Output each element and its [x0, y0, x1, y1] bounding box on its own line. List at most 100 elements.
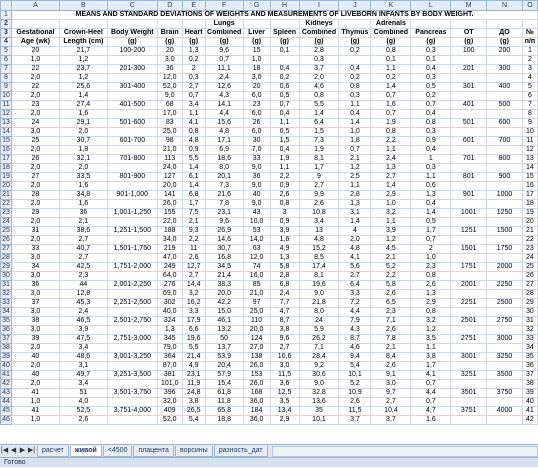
data-cell[interactable]: 13,6 — [298, 397, 340, 407]
data-cell[interactable]: 6,8 — [181, 190, 206, 200]
data-cell[interactable]: 2 — [521, 55, 538, 65]
data-cell[interactable]: 6,5 — [370, 298, 412, 308]
data-cell[interactable]: 3500 — [486, 370, 523, 380]
data-cell[interactable]: 901-1,000 — [106, 190, 158, 200]
data-cell[interactable]: 38,6 — [58, 226, 108, 236]
data-cell[interactable]: 8,7 — [269, 316, 300, 326]
data-cell[interactable]: 3,9 — [58, 325, 108, 335]
data-cell[interactable]: 34 — [10, 262, 60, 272]
column-title[interactable]: OT — [450, 28, 488, 38]
data-cell[interactable]: 801-900 — [106, 172, 158, 182]
column-title[interactable]: (g) — [269, 37, 300, 47]
data-cell[interactable]: 1,2 — [338, 163, 372, 173]
data-cell[interactable]: 3,4 — [298, 217, 340, 227]
data-cell[interactable]: 2,1 — [181, 217, 206, 227]
data-cell[interactable]: 1,3 — [410, 190, 452, 200]
data-cell[interactable]: 23,1 — [204, 208, 244, 218]
data-cell[interactable]: 700 — [486, 136, 523, 146]
sheet-tab[interactable]: расчет — [37, 445, 69, 457]
data-cell[interactable]: 23,1 — [181, 370, 206, 380]
data-cell[interactable]: 0,8 — [370, 46, 412, 56]
data-cell[interactable] — [450, 127, 488, 137]
data-cell[interactable]: 1,7 — [181, 199, 206, 209]
data-cell[interactable]: 701 — [450, 154, 488, 164]
column-header[interactable]: O — [521, 0, 538, 11]
row-header[interactable]: 42 — [0, 379, 12, 389]
data-cell[interactable]: 701-800 — [106, 154, 158, 164]
data-cell[interactable]: 3,1 — [338, 208, 372, 218]
data-cell[interactable]: 901 — [450, 190, 488, 200]
data-cell[interactable]: 40 — [10, 352, 60, 362]
data-cell[interactable]: 6,4 — [298, 118, 340, 128]
data-cell[interactable]: 6,9 — [204, 145, 244, 155]
data-cell[interactable]: 10,1 — [338, 370, 372, 380]
data-cell[interactable]: 1 — [521, 46, 538, 56]
data-cell[interactable]: 1,751-2,000 — [106, 262, 158, 272]
data-cell[interactable]: 5,2 — [370, 262, 412, 272]
data-cell[interactable]: 0,6 — [269, 82, 300, 92]
data-cell[interactable]: 34,0 — [156, 235, 183, 245]
data-cell[interactable]: 1,1 — [269, 163, 300, 173]
data-cell[interactable]: 2,8 — [269, 271, 300, 281]
data-cell[interactable]: 8,4 — [370, 352, 412, 362]
data-cell[interactable] — [486, 55, 523, 65]
data-cell[interactable]: 39 — [521, 388, 538, 398]
data-cell[interactable] — [486, 325, 523, 335]
data-cell[interactable]: 0,8 — [410, 118, 452, 128]
data-cell[interactable]: 0,9 — [269, 217, 300, 227]
data-cell[interactable]: 31 — [521, 316, 538, 326]
data-cell[interactable] — [338, 55, 372, 65]
column-title[interactable]: Body Weight — [106, 28, 158, 38]
data-cell[interactable]: 38,3 — [204, 280, 244, 290]
data-cell[interactable]: 1,1 — [410, 343, 452, 353]
row-header[interactable]: 9 — [0, 82, 12, 92]
data-cell[interactable]: 1,4 — [181, 163, 206, 173]
data-cell[interactable]: 0,4 — [269, 145, 300, 155]
data-cell[interactable]: 2251 — [450, 298, 488, 308]
data-cell[interactable]: 3,0 — [269, 361, 300, 371]
data-cell[interactable]: 48,6 — [58, 352, 108, 362]
data-cell[interactable]: 9,0 — [242, 199, 271, 209]
data-cell[interactable]: 11 — [181, 244, 206, 254]
data-cell[interactable]: 30,7 — [204, 244, 244, 254]
data-cell[interactable] — [106, 163, 158, 173]
data-cell[interactable]: 26,9 — [204, 226, 244, 236]
data-cell[interactable]: 4 — [338, 226, 372, 236]
row-header[interactable]: 41 — [0, 370, 12, 380]
data-cell[interactable]: 1500 — [486, 226, 523, 236]
data-cell[interactable]: 2001 — [450, 280, 488, 290]
data-cell[interactable]: 11,5 — [338, 406, 372, 416]
data-cell[interactable]: 4,1 — [181, 118, 206, 128]
column-title[interactable]: Spleen — [269, 28, 300, 38]
data-cell[interactable]: 10 — [521, 127, 538, 137]
data-cell[interactable]: 21 — [521, 226, 538, 236]
row-header[interactable]: 12 — [0, 109, 12, 119]
data-cell[interactable] — [450, 343, 488, 353]
data-cell[interactable]: 20,4 — [204, 361, 244, 371]
data-cell[interactable]: 1,9 — [298, 145, 340, 155]
data-cell[interactable]: 1,1 — [338, 100, 372, 110]
row-header[interactable]: 21 — [0, 190, 12, 200]
data-cell[interactable]: 36 — [58, 208, 108, 218]
data-cell[interactable]: 79,0 — [156, 343, 183, 353]
data-cell[interactable]: 2,6 — [181, 253, 206, 263]
data-cell[interactable]: 52,0 — [156, 415, 183, 425]
data-cell[interactable]: 0,3 — [410, 73, 452, 83]
data-cell[interactable]: 9,0 — [156, 91, 183, 101]
data-cell[interactable]: 1501 — [450, 244, 488, 254]
data-cell[interactable]: 381 — [156, 370, 183, 380]
data-cell[interactable]: 47,5 — [58, 334, 108, 344]
row-header[interactable]: 43 — [0, 388, 12, 398]
data-cell[interactable] — [450, 73, 488, 83]
data-cell[interactable]: 98 — [156, 136, 183, 146]
data-cell[interactable]: 0,6 — [410, 181, 452, 191]
data-cell[interactable] — [450, 199, 488, 209]
data-cell[interactable]: 11,9 — [181, 379, 206, 389]
data-cell[interactable]: 3,501-3,750 — [106, 388, 158, 398]
data-cell[interactable]: 40 — [10, 370, 60, 380]
data-cell[interactable]: 1,0 — [10, 397, 60, 407]
data-cell[interactable]: 1,0 — [242, 55, 271, 65]
data-cell[interactable]: 28 — [10, 190, 60, 200]
data-cell[interactable]: 4,8 — [181, 136, 206, 146]
data-cell[interactable]: 0,4 — [269, 109, 300, 119]
